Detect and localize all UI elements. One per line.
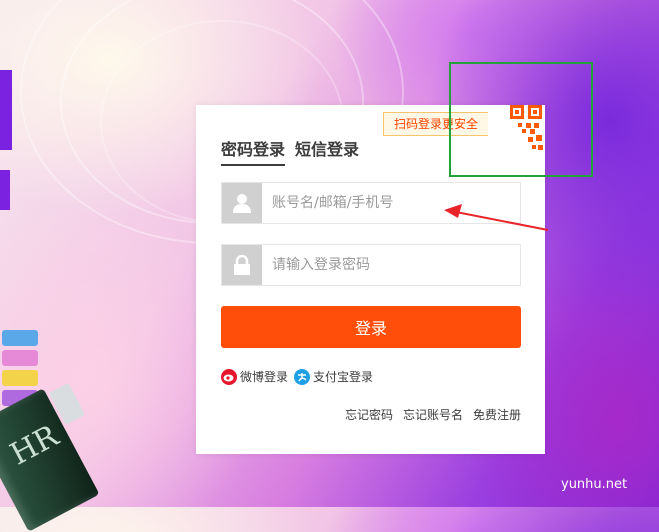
watermark-text: yunhu.net (561, 477, 628, 492)
annotation-arrow (444, 204, 549, 231)
